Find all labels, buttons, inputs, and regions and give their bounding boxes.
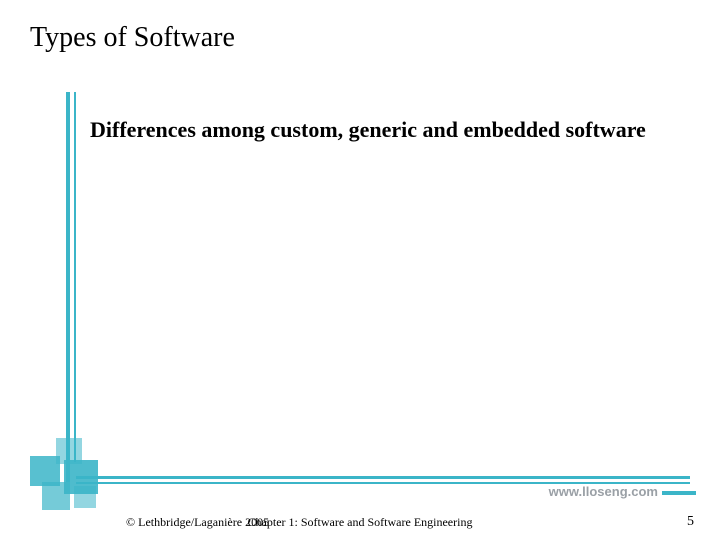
footer: © Lethbridge/Laganière 2005 Chapter 1: S… bbox=[0, 510, 720, 530]
slide-title: Types of Software bbox=[30, 22, 235, 54]
vertical-rule-inner bbox=[74, 92, 76, 462]
chapter-label-wrap: Chapter 1: Software and Software Enginee… bbox=[0, 515, 720, 530]
url-accent-bar bbox=[662, 491, 696, 495]
chapter-label: Chapter 1: Software and Software Enginee… bbox=[248, 515, 473, 530]
page-number: 5 bbox=[687, 514, 694, 530]
slide: Types of Software Differences among cust… bbox=[0, 0, 720, 540]
decorative-squares bbox=[22, 438, 122, 518]
square-icon bbox=[42, 482, 70, 510]
slide-subtitle: Differences among custom, generic and em… bbox=[90, 116, 650, 144]
site-url: www.lloseng.com bbox=[549, 484, 658, 499]
square-icon bbox=[74, 486, 96, 508]
horizontal-rule-top bbox=[76, 476, 690, 479]
vertical-rule-outer bbox=[66, 92, 70, 482]
